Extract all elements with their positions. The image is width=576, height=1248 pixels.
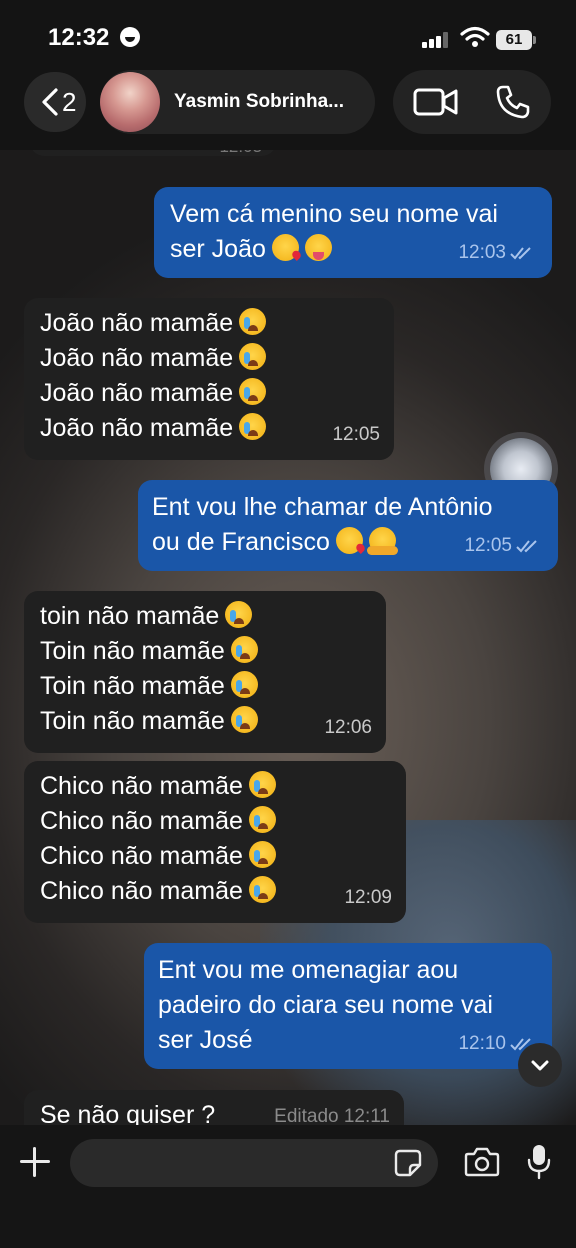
- chevron-down-icon: [531, 1060, 549, 1071]
- message-line: toin não mamãe: [40, 599, 370, 634]
- loudly-crying-face-icon: [248, 876, 276, 903]
- wifi-icon: [460, 26, 490, 47]
- loudly-crying-face-icon: [248, 806, 276, 833]
- message-time: 12:10: [458, 1033, 506, 1054]
- message-time: 12:05: [464, 535, 512, 556]
- message-line: Chico não mamãe: [40, 839, 390, 874]
- message-line: João não mamãe: [40, 306, 378, 341]
- message-line: Toin não mamãe: [40, 704, 370, 739]
- message-line: Chico não mamãe: [40, 804, 390, 839]
- back-button[interactable]: 2: [24, 72, 86, 132]
- status-bar: 12:32 61: [0, 0, 576, 70]
- message-bubble-incoming[interactable]: toin não mamãe Toin não mamãe Toin não m…: [24, 591, 386, 753]
- message-line: Toin não mamãe: [40, 669, 370, 704]
- message-time: 12:06: [324, 717, 372, 738]
- phone-call-icon[interactable]: [495, 84, 531, 120]
- attach-plus-icon[interactable]: [18, 1145, 52, 1179]
- loudly-crying-face-icon: [239, 413, 267, 440]
- message-bubble-outgoing[interactable]: Ent vou lhe chamar de Antônio ou de Fran…: [138, 480, 558, 571]
- message-time: 12:09: [344, 887, 392, 908]
- loudly-crying-face-icon: [230, 636, 258, 663]
- message-line: Chico não mamãe: [40, 874, 390, 909]
- focus-mode-icon: [120, 27, 140, 47]
- video-call-icon[interactable]: [413, 84, 459, 120]
- contact-info-button[interactable]: Yasmin Sobrinha...: [100, 70, 375, 134]
- chat-header: 2 Yasmin Sobrinha...: [0, 70, 576, 150]
- scroll-to-bottom-button[interactable]: [518, 1043, 562, 1087]
- squinting-face-with-tongue-icon: [304, 234, 332, 261]
- battery-indicator: 61: [496, 30, 536, 50]
- loudly-crying-face-icon: [248, 771, 276, 798]
- contact-name: Yasmin Sobrinha...: [174, 91, 344, 112]
- hugging-face-icon: [366, 527, 398, 555]
- message-input-bar: [0, 1125, 576, 1248]
- message-bubble-incoming[interactable]: Chico não mamãe Chico não mamãe Chico nã…: [24, 761, 406, 923]
- message-line: Vem cá menino seu nome vai: [170, 200, 498, 228]
- message-input[interactable]: [70, 1139, 438, 1187]
- read-ticks-icon: [510, 247, 531, 260]
- loudly-crying-face-icon: [230, 671, 258, 698]
- face-blowing-kiss-icon: [271, 234, 299, 261]
- message-line: Chico não mamãe: [40, 769, 390, 804]
- call-actions: [393, 70, 551, 134]
- read-ticks-icon: [516, 540, 537, 553]
- loudly-crying-face-icon: [239, 308, 267, 335]
- loudly-crying-face-icon: [239, 343, 267, 370]
- avatar: [100, 72, 160, 132]
- message-line: João não mamãe: [40, 341, 378, 376]
- message-time: 12:05: [332, 424, 380, 445]
- sticker-icon[interactable]: [394, 1149, 422, 1177]
- microphone-icon[interactable]: [526, 1143, 552, 1181]
- cellular-signal-icon: [422, 32, 450, 48]
- message-line: João não mamãe: [40, 411, 378, 446]
- status-time: 12:32: [48, 24, 110, 51]
- loudly-crying-face-icon: [248, 841, 276, 868]
- message-line: Ent vou me omenagiar aou: [158, 956, 459, 984]
- message-line: padeiro do ciara seu nome vai: [158, 991, 493, 1019]
- message-time: 12:03: [458, 242, 506, 263]
- message-bubble-incoming[interactable]: João não mamãe João não mamãe João não m…: [24, 298, 394, 460]
- message-bubble-outgoing[interactable]: Vem cá menino seu nome vai ser João 12:0…: [154, 187, 552, 278]
- unread-count: 2: [62, 87, 77, 117]
- loudly-crying-face-icon: [239, 378, 267, 405]
- message-line: Ent vou lhe chamar de Antônio: [152, 493, 493, 521]
- message-line: João não mamãe: [40, 376, 378, 411]
- face-blowing-kiss-icon: [335, 527, 363, 554]
- loudly-crying-face-icon: [225, 601, 253, 628]
- camera-icon[interactable]: [464, 1147, 500, 1177]
- loudly-crying-face-icon: [230, 706, 258, 733]
- message-line: Toin não mamãe: [40, 634, 370, 669]
- message-bubble-outgoing[interactable]: Ent vou me omenagiar aou padeiro do ciar…: [144, 943, 552, 1069]
